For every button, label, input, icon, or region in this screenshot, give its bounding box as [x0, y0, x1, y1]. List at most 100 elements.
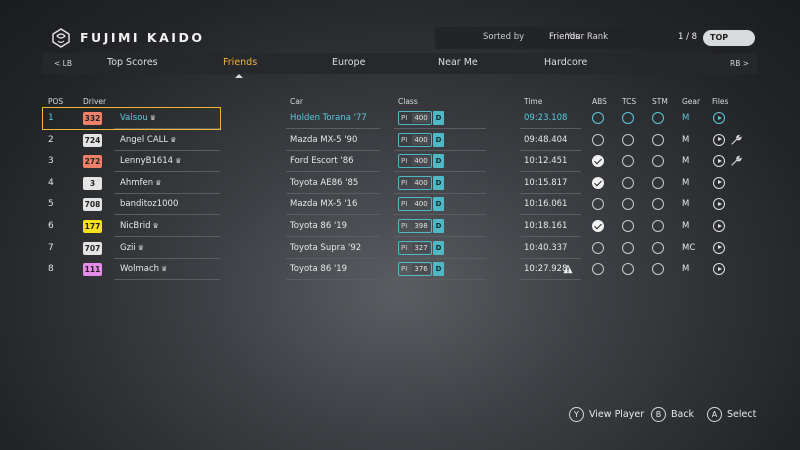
- gear-type: M: [682, 199, 690, 210]
- tab-hardcore[interactable]: Hardcore: [544, 57, 587, 68]
- rb-bumper-next-tab[interactable]: RB >: [730, 59, 749, 68]
- car-name: Ford Escort '86: [290, 156, 354, 167]
- abs-indicator-off: [592, 198, 604, 211]
- pi-rating: PI 327: [398, 240, 432, 255]
- tcs-indicator-off: [622, 220, 634, 232]
- car-name: Toyota Supra '92: [290, 242, 362, 253]
- crown-icon: ♛: [155, 178, 162, 187]
- lap-time: 10:15.817: [524, 177, 568, 188]
- tab-europe[interactable]: Europe: [332, 57, 365, 68]
- col-header-files: Files: [712, 97, 729, 106]
- row-position: 5: [48, 199, 54, 210]
- table-row[interactable]: 4 3 Ahmfen ♛ Toyota AE86 '85 PI 400 D 10:15.817 M: [42, 173, 757, 195]
- lap-time: 10:27.928: [524, 264, 568, 275]
- row-divider: [286, 279, 380, 281]
- pi-label: PI: [401, 135, 408, 144]
- row-position: 7: [48, 242, 54, 253]
- tcs-indicator-off: [622, 263, 634, 276]
- play-replay-icon[interactable]: [713, 241, 725, 254]
- pi-value: 376: [412, 264, 430, 275]
- table-row[interactable]: 8 111 Wolmach ♛ Toyota 86 '19 PI 376 D 10:27.928…: [42, 259, 757, 281]
- status-bar: Sorted by Friends Your Rank 1 / 8 TOP 13…: [435, 27, 755, 58]
- wrench-tune-icon[interactable]: [730, 134, 742, 146]
- row-position: 4: [48, 177, 54, 188]
- play-replay-icon[interactable]: [713, 112, 725, 124]
- table-row[interactable]: 5 708 banditoz1000 Mazda MX-5 '16 PI 400 D 10:1…: [42, 194, 757, 216]
- row-position: 8: [48, 264, 54, 275]
- abs-indicator-off: [592, 112, 604, 124]
- driver-level-badge: 177: [83, 220, 102, 233]
- col-header-car: Car: [290, 97, 303, 106]
- abs-indicator-on: [592, 155, 604, 168]
- lap-time: 09:23.108: [524, 113, 568, 123]
- table-row[interactable]: 2 724 Angel CALL ♛ Mazda MX-5 '90 PI 400 D 09:48…: [42, 130, 757, 152]
- stm-indicator-off: [652, 176, 664, 189]
- tab-top-scores[interactable]: Top Scores: [107, 57, 158, 68]
- abs-indicator-off: [592, 133, 604, 146]
- table-row[interactable]: 3 272 LennyB1614 ♛ Ford Escort '86 PI 400 D 10:1…: [42, 151, 757, 173]
- col-header-stm: STM: [652, 97, 668, 106]
- pi-rating: PI 400: [398, 111, 432, 125]
- tab-friends[interactable]: Friends: [223, 57, 257, 68]
- driver-name: LennyB1614 ♛: [120, 156, 182, 167]
- driver-level-badge: 272: [83, 155, 102, 169]
- driver-name: Wolmach ♛: [120, 264, 168, 275]
- gear-type: M: [682, 264, 690, 275]
- tab-near-me[interactable]: Near Me: [438, 57, 478, 68]
- driver-level-badge: 708: [83, 198, 102, 212]
- crown-icon: ♛: [161, 265, 168, 274]
- pi-value: 400: [412, 177, 430, 188]
- table-row[interactable]: 6 177 NicBrid ♛ Toyota 86 '19 PI 398 D 10:18.161…: [42, 216, 757, 238]
- crown-icon: ♛: [175, 157, 182, 166]
- play-replay-icon[interactable]: [713, 176, 725, 189]
- abs-indicator-on: [592, 176, 604, 189]
- pi-label: PI: [401, 200, 408, 209]
- pi-value: 400: [412, 156, 430, 167]
- car-name: Holden Torana '77: [290, 113, 367, 123]
- row-position: 3: [48, 156, 54, 167]
- table-row[interactable]: 1 332 Valsou ♛ Holden Torana '77 PI 400 D 09:23.…: [42, 107, 757, 130]
- view-player-label: View Player: [589, 409, 645, 420]
- play-replay-icon[interactable]: [713, 198, 725, 211]
- play-replay-icon[interactable]: [713, 220, 725, 232]
- lb-bumper-prev-tab[interactable]: < LB: [54, 59, 72, 68]
- row-position: 2: [48, 134, 54, 145]
- top-percent-badge: TOP 13%: [703, 30, 755, 58]
- class-badge: D: [433, 132, 444, 147]
- y-button-icon: Y: [569, 407, 584, 422]
- driver-level-badge: 707: [83, 241, 102, 255]
- car-name: Mazda MX-5 '16: [290, 199, 358, 210]
- class-badge: D: [433, 219, 444, 233]
- stm-indicator-off: [652, 112, 664, 124]
- tcs-indicator-off: [622, 155, 634, 168]
- gear-type: M: [682, 177, 690, 188]
- active-tab-indicator: [235, 74, 243, 78]
- pi-rating: PI 400: [398, 175, 432, 190]
- class-badge: D: [433, 262, 444, 277]
- driver-level-badge: 3: [83, 176, 102, 190]
- play-replay-icon[interactable]: [713, 155, 725, 168]
- play-replay-icon[interactable]: [713, 263, 725, 276]
- col-header-abs: ABS: [592, 97, 607, 106]
- stm-indicator-off: [652, 155, 664, 168]
- select-label: Select: [727, 409, 757, 420]
- driver-name: Angel CALL ♛: [120, 134, 177, 145]
- gear-type: M: [682, 113, 690, 123]
- play-replay-icon[interactable]: [713, 133, 725, 146]
- crown-icon: ♛: [149, 114, 157, 122]
- back-label: Back: [671, 409, 695, 420]
- pi-label: PI: [401, 265, 408, 274]
- your-rank-value: 1 / 8: [678, 32, 698, 42]
- driver-name: Valsou ♛: [120, 113, 157, 123]
- pi-value: 400: [412, 113, 430, 123]
- car-name: Toyota 86 '19: [290, 221, 348, 231]
- table-row[interactable]: 7 707 Gzii ♛ Toyota Supra '92 PI 327 D 10:40.337…: [42, 238, 757, 260]
- class-badge: D: [433, 111, 444, 125]
- wrench-tune-icon[interactable]: [730, 155, 742, 167]
- class-badge: D: [433, 197, 444, 212]
- stm-indicator-off: [652, 198, 664, 211]
- sorted-by-label: Sorted by: [483, 32, 525, 42]
- gear-type: M: [682, 134, 690, 145]
- row-position: 1: [48, 113, 54, 123]
- b-button-icon: B: [651, 407, 666, 422]
